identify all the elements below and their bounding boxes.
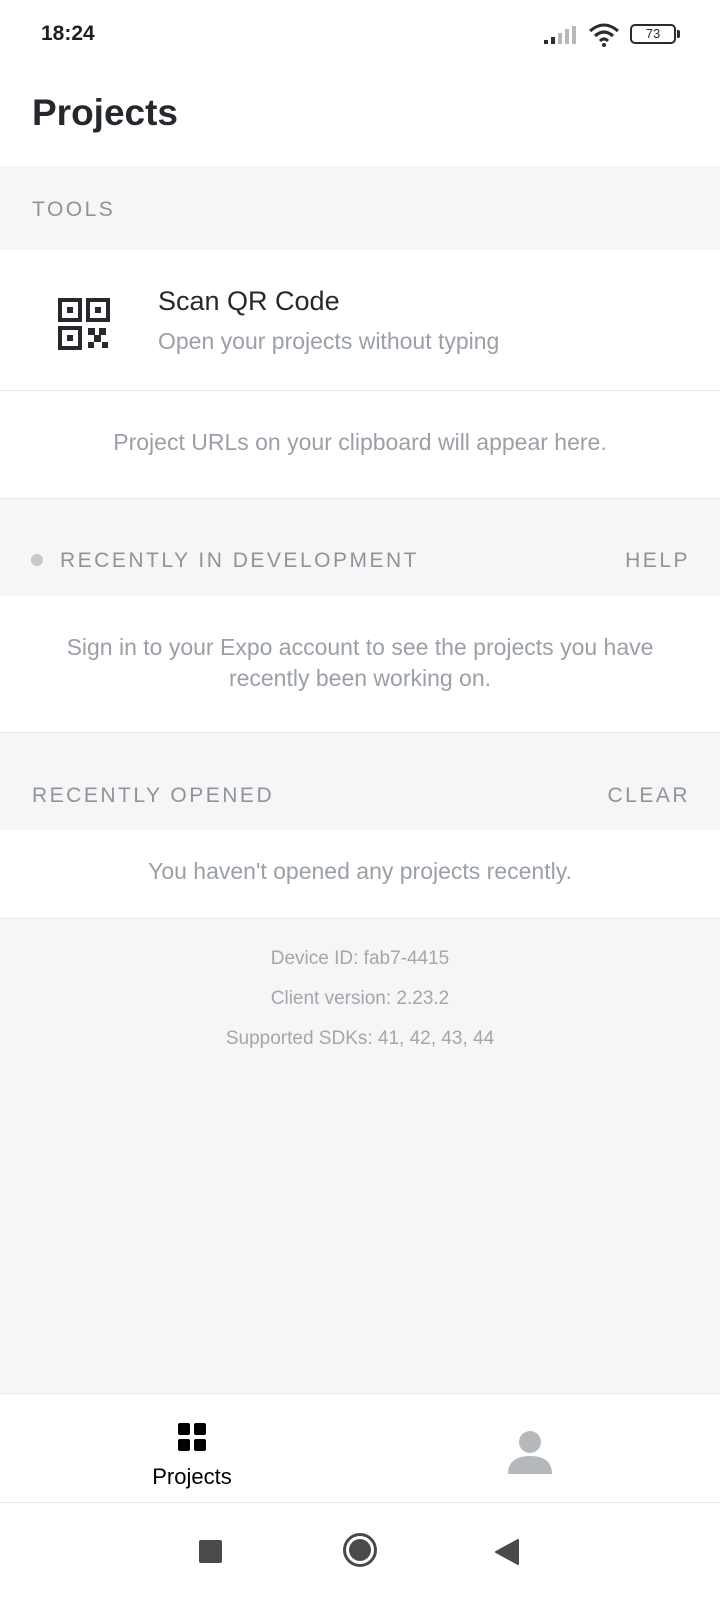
page-title: Projects	[32, 92, 179, 133]
status-time: 18:24	[41, 22, 95, 45]
status-dot-icon	[31, 554, 43, 566]
status-bar: 18:24 73	[0, 0, 720, 72]
scan-qr-subtitle: Open your projects without typing	[158, 328, 500, 354]
back-button[interactable]	[494, 1538, 520, 1566]
person-icon	[508, 1431, 552, 1474]
qr-code-icon	[58, 298, 110, 350]
recently-opened-label: RECENTLY OPENED	[32, 784, 275, 807]
clipboard-hint-row: Project URLs on your clipboard will appe…	[0, 391, 720, 498]
status-icons: 73	[544, 22, 684, 48]
battery-icon: 73	[630, 24, 680, 44]
home-button[interactable]	[342, 1532, 378, 1568]
recently-opened-message-row: You haven't opened any projects recently…	[0, 830, 720, 918]
clipboard-hint-text: Project URLs on your clipboard will appe…	[113, 429, 607, 455]
clear-button[interactable]: CLEAR	[607, 784, 690, 808]
sign-in-message: Sign in to your Expo account to see the …	[66, 634, 654, 691]
tab-projects-label: Projects	[152, 1464, 232, 1489]
scan-qr-title: Scan QR Code	[158, 286, 340, 316]
tab-bar: Projects	[0, 1393, 720, 1503]
header: Projects	[0, 72, 720, 166]
recents-button[interactable]	[199, 1540, 222, 1563]
grid-icon	[178, 1423, 206, 1451]
divider	[0, 918, 720, 919]
recently-opened-header: RECENTLY OPENED CLEAR	[0, 733, 720, 830]
help-button[interactable]: HELP	[625, 549, 690, 573]
signal-icon	[544, 26, 576, 44]
system-nav-bar	[0, 1503, 720, 1600]
client-version: Client version: 2.23.2	[270, 988, 450, 1009]
recently-in-development-label: RECENTLY IN DEVELOPMENT	[60, 549, 419, 572]
tab-profile[interactable]	[430, 1394, 630, 1502]
recently-in-development-header: RECENTLY IN DEVELOPMENT HELP	[0, 499, 720, 596]
no-recent-projects-message: You haven't opened any projects recently…	[148, 858, 572, 884]
scan-qr-row[interactable]: Scan QR Code Open your projects without …	[0, 250, 720, 390]
device-id: Device ID: fab7-4415	[270, 948, 450, 969]
tab-projects[interactable]: Projects	[92, 1394, 292, 1502]
tools-section-label: TOOLS	[32, 198, 116, 221]
wifi-icon	[589, 23, 619, 47]
recently-in-development-message-row: Sign in to your Expo account to see the …	[0, 596, 720, 732]
supported-sdks: Supported SDKs: 41, 42, 43, 44	[225, 1028, 495, 1049]
tools-section-header: TOOLS	[0, 166, 720, 250]
